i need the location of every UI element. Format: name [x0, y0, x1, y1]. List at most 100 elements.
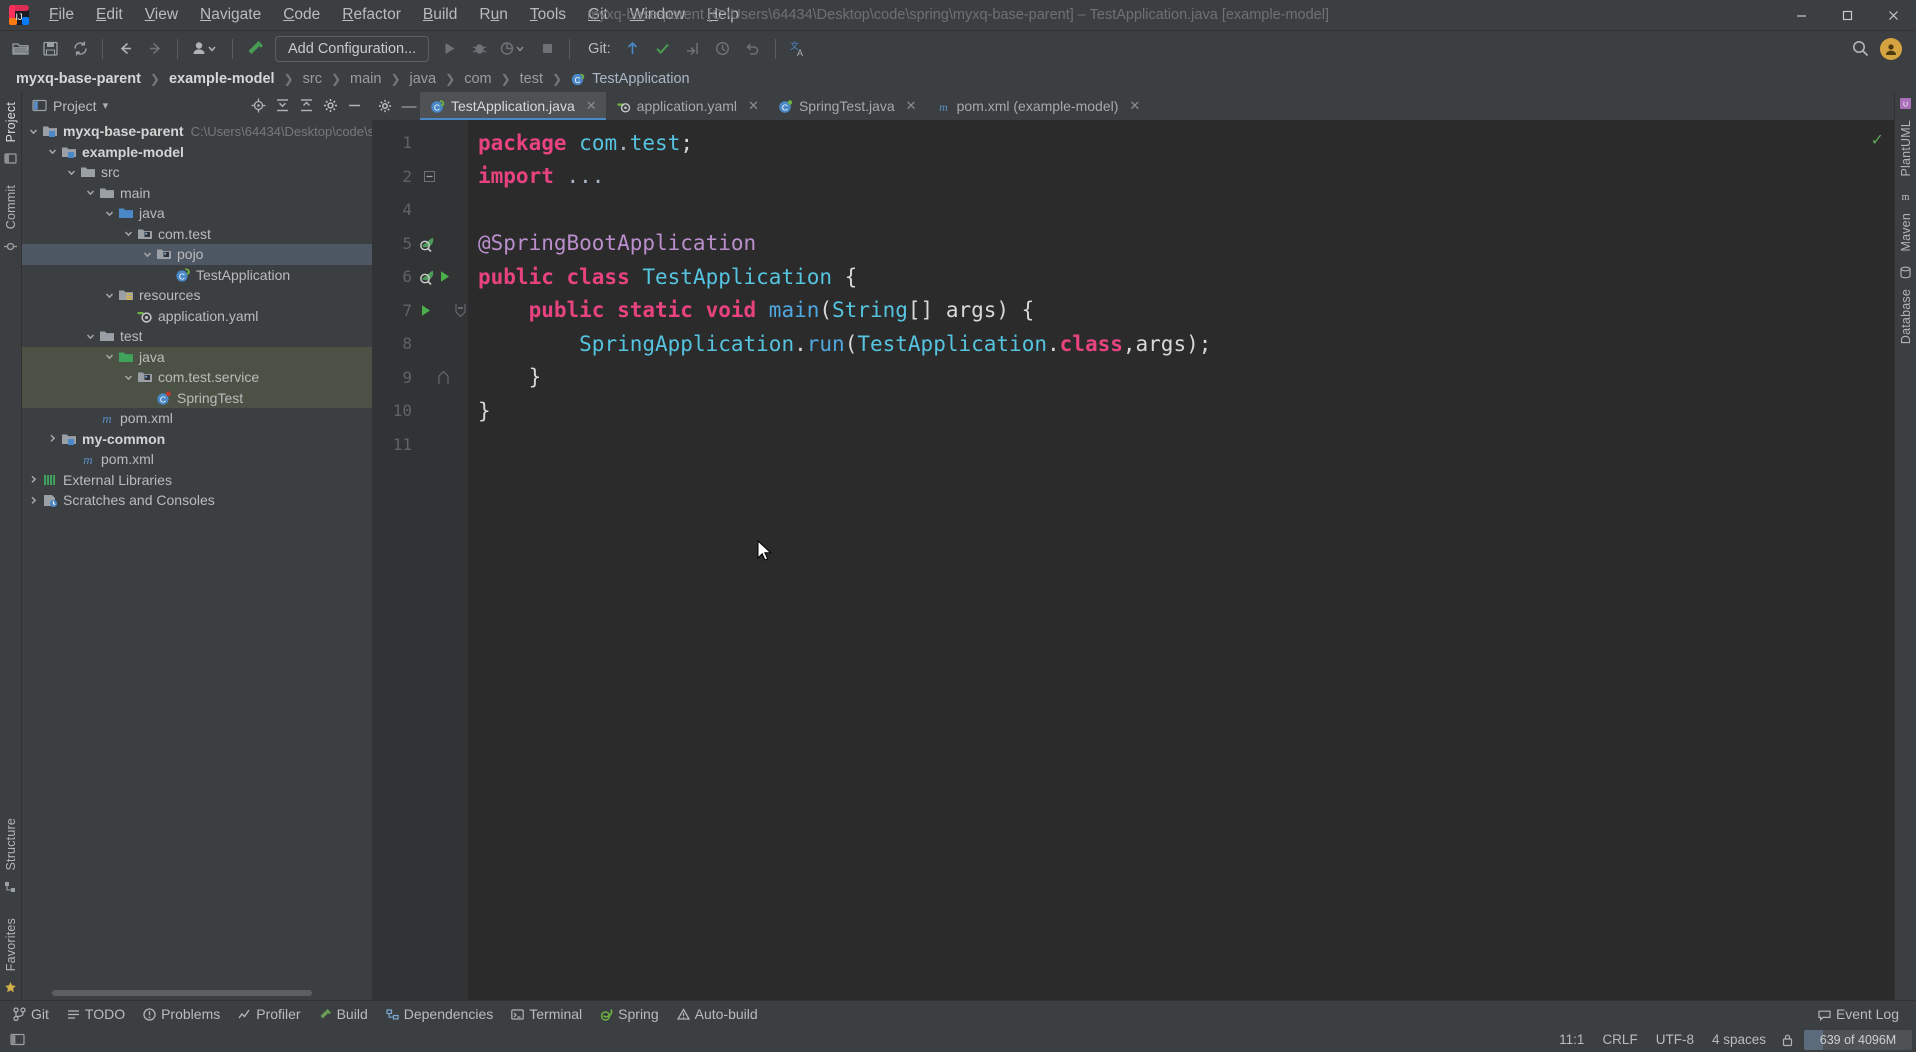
- coverage-icon[interactable]: [495, 35, 531, 63]
- settings-gear-icon[interactable]: [323, 98, 338, 113]
- profile-icon[interactable]: [186, 35, 224, 63]
- hide-panel-icon[interactable]: [347, 98, 362, 113]
- tree-node-myxq-base-parent[interactable]: myxq-base-parent C:\Users\64434\Desktop\c…: [22, 121, 372, 142]
- chevron-down-icon[interactable]: [83, 187, 98, 198]
- editor-tab-applicationyaml[interactable]: application.yaml ✕: [606, 92, 768, 120]
- translate-icon[interactable]: 文A: [784, 35, 812, 63]
- git-update-icon[interactable]: [619, 35, 647, 63]
- git-push-icon[interactable]: [679, 35, 707, 63]
- breadcrumb-item-3[interactable]: main: [348, 71, 383, 87]
- chevron-down-icon[interactable]: [102, 208, 117, 219]
- run-configuration-selector[interactable]: Add Configuration...: [275, 35, 430, 62]
- build-hammer-icon[interactable]: [241, 35, 269, 63]
- chevron-down-icon[interactable]: [121, 372, 136, 383]
- chevron-down-icon[interactable]: [83, 331, 98, 342]
- tool-tab-structure[interactable]: Structure: [2, 812, 20, 877]
- project-tree[interactable]: myxq-base-parent C:\Users\64434\Desktop\c…: [22, 119, 372, 986]
- tool-button-git[interactable]: Git: [4, 1004, 58, 1024]
- project-tree-hscrollbar[interactable]: [22, 986, 372, 1000]
- fold-region-icon[interactable]: [455, 303, 466, 317]
- tool-button-todo[interactable]: TODO: [58, 1004, 134, 1024]
- menu-item-view[interactable]: View: [134, 3, 189, 28]
- menu-item-edit[interactable]: Edit: [85, 3, 134, 28]
- breadcrumb-item-1[interactable]: example-model: [167, 71, 277, 87]
- indent-setting[interactable]: 4 spaces: [1703, 1030, 1775, 1049]
- spring-bean-icon[interactable]: [418, 235, 435, 252]
- breadcrumb-item-7[interactable]: TestApplication: [590, 71, 692, 87]
- tree-node-main[interactable]: main: [22, 183, 372, 204]
- breadcrumb-item-0[interactable]: myxq-base-parent: [14, 71, 143, 87]
- tree-node-resources[interactable]: resources: [22, 285, 372, 306]
- run-icon[interactable]: [435, 35, 463, 63]
- minimize-button[interactable]: [1778, 0, 1824, 31]
- tree-node-testapplication[interactable]: C TestApplication: [22, 265, 372, 286]
- tool-tab-database[interactable]: Database: [1897, 283, 1915, 350]
- menu-item-code[interactable]: Code: [272, 3, 331, 28]
- editor-hide-icon[interactable]: —: [398, 92, 420, 120]
- tree-node-src[interactable]: src: [22, 162, 372, 183]
- tree-node-test[interactable]: test: [22, 326, 372, 347]
- tree-node-com-test-service[interactable]: com.test.service: [22, 367, 372, 388]
- tool-button-autobuild[interactable]: Auto-build: [668, 1004, 767, 1024]
- editor-tab-testapplication[interactable]: C TestApplication.java ✕: [420, 92, 606, 120]
- line-separator[interactable]: CRLF: [1593, 1030, 1646, 1049]
- tool-button-profiler[interactable]: Profiler: [229, 1004, 309, 1024]
- collapse-all-icon[interactable]: [299, 98, 314, 113]
- tree-node-scratches-and-consoles[interactable]: Scratches and Consoles: [22, 490, 372, 511]
- file-encoding[interactable]: UTF-8: [1647, 1030, 1703, 1049]
- breadcrumb-item-6[interactable]: test: [518, 71, 545, 87]
- chevron-right-icon[interactable]: [26, 474, 41, 485]
- tree-node-java[interactable]: java: [22, 346, 372, 367]
- menu-item-refactor[interactable]: Refactor: [331, 3, 412, 28]
- memory-indicator[interactable]: 639 of 4096M: [1804, 1029, 1912, 1050]
- chevron-down-icon[interactable]: [102, 290, 117, 301]
- back-icon[interactable]: [111, 35, 139, 63]
- sync-icon[interactable]: [66, 35, 94, 63]
- editor-tab-close-icon[interactable]: ✕: [906, 98, 917, 114]
- breadcrumb-item-4[interactable]: java: [408, 71, 439, 87]
- editor-tabs-gear-icon[interactable]: [372, 92, 398, 120]
- locate-icon[interactable]: [251, 98, 266, 113]
- tree-node-application-yaml[interactable]: application.yaml: [22, 306, 372, 327]
- chevron-right-icon[interactable]: [26, 495, 41, 506]
- tool-tab-project[interactable]: Project: [2, 96, 20, 148]
- spring-bean-icon[interactable]: [418, 268, 435, 286]
- chevron-right-icon[interactable]: [45, 433, 60, 444]
- chevron-down-icon[interactable]: [26, 126, 41, 137]
- tree-node-pojo[interactable]: pojo: [22, 244, 372, 265]
- editor-tab-close-icon[interactable]: ✕: [748, 98, 759, 114]
- editor-tab-springtest[interactable]: C SpringTest.java ✕: [768, 92, 926, 120]
- breadcrumb-item-5[interactable]: com: [462, 71, 493, 87]
- tool-tab-favorites[interactable]: Favorites: [2, 912, 20, 977]
- menu-item-tools[interactable]: Tools: [519, 3, 577, 28]
- tool-tab-maven[interactable]: Maven: [1897, 207, 1915, 258]
- tool-button-problems[interactable]: Problems: [134, 1004, 229, 1024]
- code-editor[interactable]: ✓ package com. test; import ... @SpringBoo…: [468, 120, 1894, 1000]
- scrollbar-thumb[interactable]: [52, 990, 312, 996]
- close-button[interactable]: [1870, 0, 1916, 31]
- menu-item-file[interactable]: File: [38, 3, 85, 28]
- tool-tab-plantuml[interactable]: PlantUML: [1897, 114, 1915, 182]
- save-all-icon[interactable]: [36, 35, 64, 63]
- tree-node-external-libraries[interactable]: External Libraries: [22, 470, 372, 491]
- tool-tab-commit[interactable]: Commit: [2, 179, 20, 235]
- menu-item-help[interactable]: Help: [696, 3, 750, 28]
- tool-button-spring[interactable]: Spring: [591, 1004, 667, 1024]
- run-gutter-icon[interactable]: [418, 303, 433, 318]
- search-icon[interactable]: [1846, 35, 1874, 63]
- tool-button-terminal[interactable]: Terminal: [502, 1004, 591, 1024]
- tree-node-springtest[interactable]: C SpringTest: [22, 387, 372, 408]
- editor-tab-close-icon[interactable]: ✕: [1129, 98, 1140, 114]
- open-icon[interactable]: [6, 35, 34, 63]
- menu-item-git[interactable]: Git: [577, 3, 619, 28]
- editor-tab-pomxml[interactable]: m pom.xml (example-model) ✕: [926, 92, 1150, 120]
- tool-button-dependencies[interactable]: Dependencies: [377, 1004, 503, 1024]
- show-toolwindows-icon[interactable]: [6, 1032, 25, 1047]
- chevron-down-icon[interactable]: ▾: [103, 99, 109, 112]
- tree-node-my-common[interactable]: my-common: [22, 429, 372, 450]
- menu-item-build[interactable]: Build: [412, 3, 468, 28]
- tree-node-com-test[interactable]: com.test: [22, 224, 372, 245]
- chevron-down-icon[interactable]: [140, 249, 155, 260]
- maximize-button[interactable]: [1824, 0, 1870, 31]
- breadcrumb-item-2[interactable]: src: [301, 71, 324, 87]
